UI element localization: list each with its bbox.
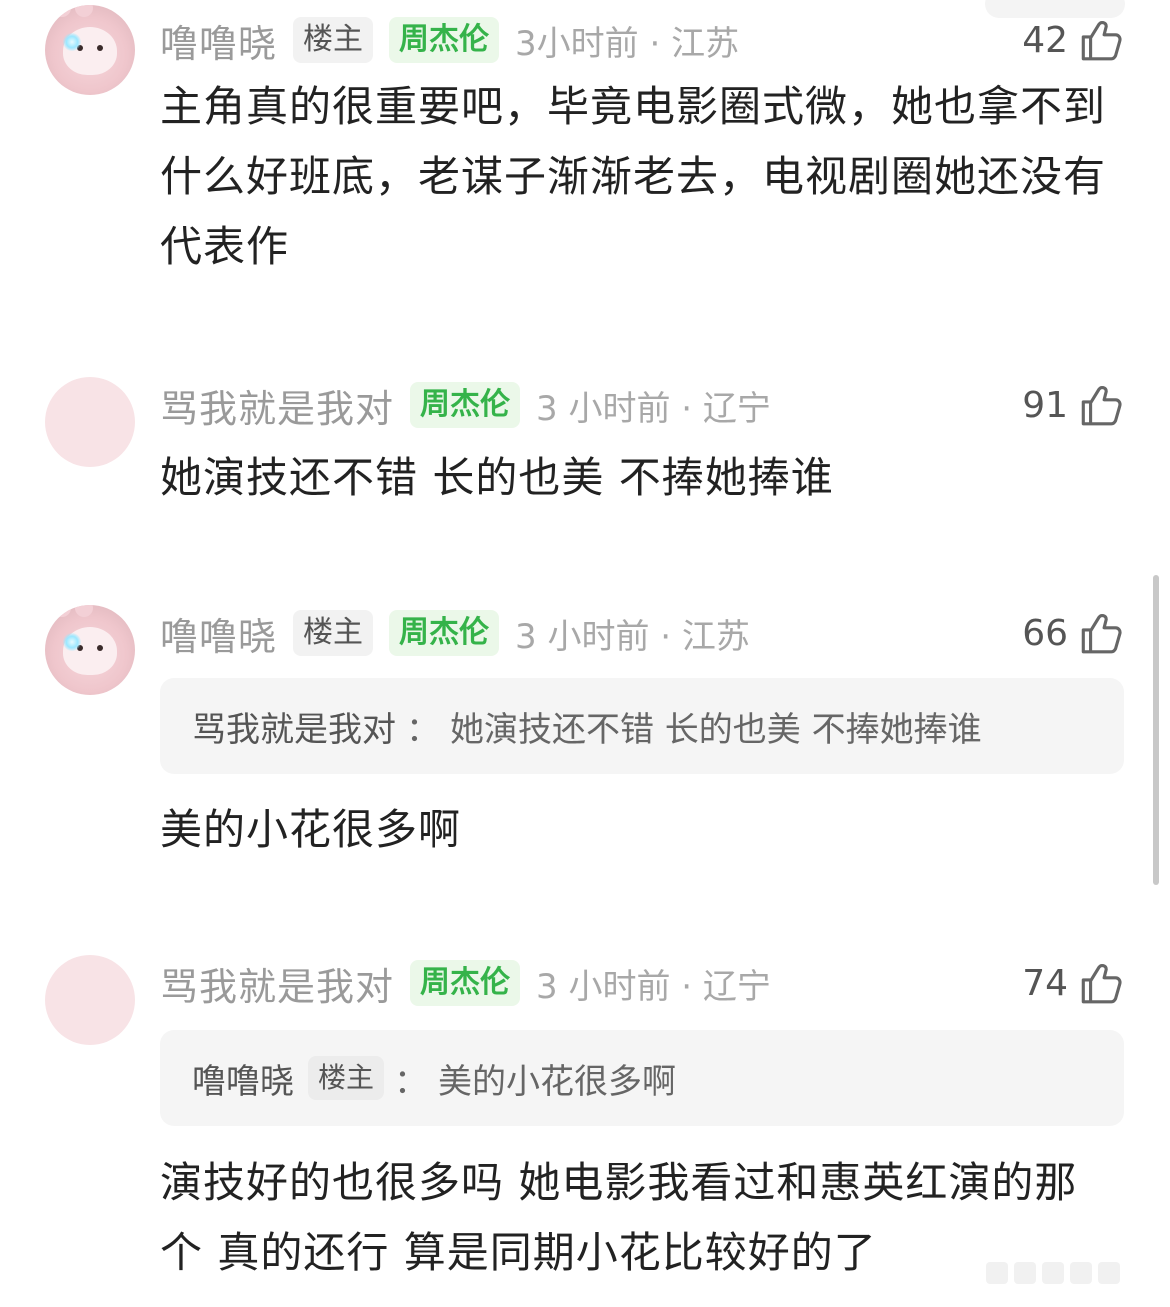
- scrollbar[interactable]: [1153, 575, 1159, 885]
- comment-thread: 噜噜晓 楼主 周杰伦 3小时前 · 江苏 42 主角真的很重要吧，毕竟电影圈式微…: [0, 0, 1170, 1307]
- username[interactable]: 骂我就是我对: [160, 378, 394, 433]
- fan-tag: 周杰伦: [389, 610, 500, 656]
- avatar-pet[interactable]: [45, 5, 135, 95]
- username[interactable]: 骂我就是我对: [160, 956, 394, 1011]
- username[interactable]: 噜噜晓: [160, 13, 277, 68]
- comment-text: 演技好的也很多吗 她电影我看过和惠英红演的那个 真的还行 算是同期小花比较好的了: [160, 1158, 1078, 1277]
- thumbs-up-icon: [1081, 614, 1122, 654]
- timestamp-location: 3 小时前 · 辽宁: [536, 388, 771, 429]
- quoted-author[interactable]: 噜噜晓: [192, 1054, 294, 1103]
- avatar-blank[interactable]: [45, 955, 135, 1045]
- like-button[interactable]: 42: [1022, 12, 1126, 68]
- quoted-text: 美的小花很多啊: [438, 1061, 677, 1102]
- quoted-text: 她演技还不错 长的也美 不捧她捧谁: [450, 709, 982, 750]
- thumbs-up-icon: [1081, 21, 1122, 61]
- fan-tag: 周杰伦: [410, 382, 521, 428]
- timestamp-location: 3 小时前 · 江苏: [515, 616, 750, 657]
- owner-tag: 楼主: [293, 610, 374, 656]
- username[interactable]: 噜噜晓: [160, 606, 277, 661]
- avatar-pet[interactable]: [45, 605, 135, 695]
- comment-3-header: 骂我就是我对 周杰伦 3 小时前 · 辽宁: [160, 955, 771, 1011]
- watermark-logo: [986, 1262, 1156, 1298]
- comment-text: 美的小花很多啊: [160, 805, 462, 854]
- like-count: 66: [1022, 612, 1068, 654]
- like-button[interactable]: 91: [1022, 377, 1126, 433]
- avatar-blank[interactable]: [45, 377, 135, 467]
- like-count: 74: [1022, 962, 1068, 1004]
- quoted-reply[interactable]: 骂我就是我对 ： 她演技还不错 长的也美 不捧她捧谁: [160, 678, 1124, 774]
- fan-tag: 周杰伦: [410, 960, 521, 1006]
- comment-2-header: 噜噜晓 楼主 周杰伦 3 小时前 · 江苏: [160, 605, 750, 661]
- timestamp-location: 3小时前 · 江苏: [515, 23, 740, 64]
- owner-tag: 楼主: [308, 1056, 385, 1100]
- quoted-reply[interactable]: 噜噜晓 楼主 ： 美的小花很多啊: [160, 1030, 1124, 1126]
- comment-1-header: 骂我就是我对 周杰伦 3 小时前 · 辽宁: [160, 377, 771, 433]
- timestamp-location: 3 小时前 · 辽宁: [536, 966, 771, 1007]
- fan-tag: 周杰伦: [389, 17, 500, 63]
- like-count: 42: [1022, 19, 1068, 61]
- comment-text: 主角真的很重要吧，毕竟电影圈式微，她也拿不到什么好班底，老谋子渐渐老去，电视剧圈…: [160, 82, 1107, 271]
- owner-tag: 楼主: [293, 17, 374, 63]
- like-button[interactable]: 66: [1022, 605, 1126, 661]
- quoted-author[interactable]: 骂我就是我对: [192, 702, 396, 751]
- thumbs-up-icon: [1081, 386, 1122, 426]
- thumbs-up-icon: [1081, 964, 1122, 1004]
- comment-0-header: 噜噜晓 楼主 周杰伦 3小时前 · 江苏: [160, 12, 739, 68]
- like-button[interactable]: 74: [1022, 955, 1126, 1011]
- comment-text: 她演技还不错 长的也美 不捧她捧谁: [160, 453, 834, 502]
- like-count: 91: [1022, 384, 1068, 426]
- quote-colon: ：: [394, 1061, 429, 1102]
- quote-colon: ：: [406, 709, 440, 750]
